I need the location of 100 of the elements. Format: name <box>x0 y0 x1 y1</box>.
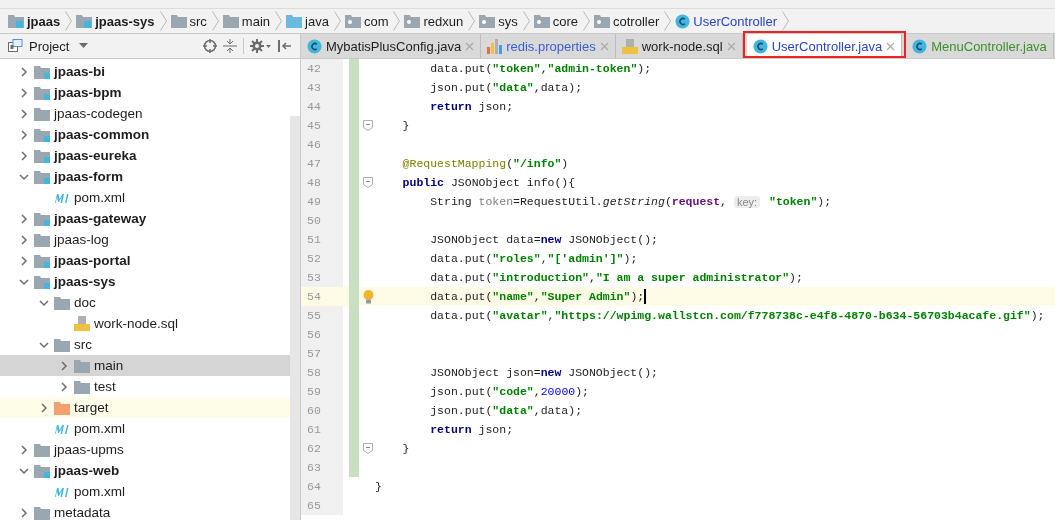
breadcrumb-item[interactable]: java <box>305 13 329 29</box>
folder-icon <box>54 295 70 310</box>
line-number: 42 <box>301 59 343 78</box>
editor-tab[interactable]: redis.properties <box>481 34 616 58</box>
editor-tab[interactable]: MybatisPlusConfig.java <box>301 34 482 58</box>
class-icon <box>752 38 768 54</box>
tree-item[interactable]: metadata <box>0 502 290 520</box>
code-text: =RequestUtil. <box>513 195 603 208</box>
folder-icon <box>170 14 187 28</box>
breadcrumb-item[interactable]: jpaas-sys <box>95 13 155 29</box>
code-text: ) <box>561 157 569 170</box>
tree-item[interactable]: src <box>0 334 290 355</box>
maven-file-icon <box>54 485 70 498</box>
breadcrumb-item[interactable]: cotroller <box>613 13 660 29</box>
properties-file-icon <box>487 38 503 54</box>
line-number: 50 <box>301 211 343 230</box>
keyword: return <box>430 423 472 436</box>
breadcrumb-item[interactable]: sys <box>498 13 518 29</box>
line-number: 43 <box>301 78 343 97</box>
scrollbar[interactable] <box>290 116 300 520</box>
fold-marker-icon[interactable] <box>363 120 373 131</box>
locate-icon[interactable] <box>203 39 217 53</box>
chevron-separator-icon <box>333 11 341 31</box>
tree-item[interactable]: jpaas-web <box>0 460 290 481</box>
tree-item-label: jpaas-bi <box>54 64 105 79</box>
breadcrumb-item[interactable]: main <box>241 13 271 29</box>
breadcrumb-item[interactable]: UserController <box>693 13 778 29</box>
line-number: 58 <box>301 363 343 382</box>
lightbulb-icon[interactable] <box>362 289 374 304</box>
code-text: , <box>533 385 541 398</box>
keyword: public <box>402 176 445 189</box>
tree-item-label: jpaas-sys <box>54 274 116 289</box>
tree-item[interactable]: jpaas-portal <box>0 250 290 271</box>
breadcrumb-item[interactable]: src <box>189 13 207 29</box>
line-number: 62 <box>301 439 343 458</box>
string-literal: "name" <box>492 290 534 303</box>
tree-item[interactable]: jpaas-gateway <box>0 208 290 229</box>
tree-item-label: work-node.sql <box>94 316 179 331</box>
breadcrumb-item[interactable]: redxun <box>423 13 464 29</box>
tree-item[interactable]: jpaas-bpm <box>0 82 290 103</box>
tree-item[interactable]: jpaas-upms <box>0 439 290 460</box>
line-number: 65 <box>301 496 343 515</box>
panel-title[interactable]: Project <box>29 38 70 54</box>
tree-item[interactable]: pom.xml <box>0 187 290 208</box>
code-text: , <box>720 195 728 208</box>
string-literal: "data" <box>492 404 534 417</box>
parameter-hint: key: <box>733 195 761 208</box>
tree-item[interactable]: main <box>0 355 290 376</box>
tree-item-label: jpaas-gateway <box>54 211 147 226</box>
code-text: JSONObject json= <box>430 366 541 379</box>
line-number: 53 <box>301 268 343 287</box>
breadcrumb-item[interactable]: core <box>552 13 578 29</box>
folder-icon <box>34 106 50 121</box>
tree-item[interactable]: pom.xml <box>0 481 290 502</box>
editor-tab[interactable]: UserController.java <box>746 34 903 58</box>
hide-panel-icon[interactable] <box>278 39 292 53</box>
dropdown-caret-icon[interactable] <box>79 43 89 49</box>
tree-item[interactable]: doc <box>0 292 290 313</box>
tree-item[interactable]: jpaas-form <box>0 166 290 187</box>
tree-item[interactable]: work-node.sql <box>0 313 290 334</box>
code-text: , <box>540 252 548 265</box>
string-literal: "Super Admin" <box>540 290 631 303</box>
tree-item[interactable]: jpaas-eureka <box>0 145 290 166</box>
tree-item[interactable]: pom.xml <box>0 418 290 439</box>
code-text: ,data); <box>533 404 583 417</box>
fold-marker-icon[interactable] <box>363 177 373 188</box>
collapse-all-icon[interactable] <box>223 39 237 53</box>
tree-item-label: src <box>74 337 92 352</box>
code-text: , <box>533 290 541 303</box>
code-text: json.put( <box>430 385 493 398</box>
string-literal: "introduction" <box>492 271 589 284</box>
number-literal: 20000 <box>540 385 576 398</box>
tree-item[interactable]: jpaas-codegen <box>0 103 290 124</box>
tree-item-label: doc <box>74 295 96 310</box>
tree-item[interactable]: target <box>0 397 290 418</box>
chevron-separator-icon <box>159 11 167 31</box>
editor-tab[interactable]: work-node.sql <box>615 34 743 58</box>
code-text: ); <box>789 271 803 284</box>
tree-item-label: jpaas-web <box>54 463 120 478</box>
tree-item[interactable]: jpaas-common <box>0 124 290 145</box>
code-text: , <box>547 309 555 322</box>
settings-icon[interactable] <box>250 39 272 53</box>
line-number: 56 <box>301 325 343 344</box>
tree-item[interactable]: test <box>0 376 290 397</box>
package-icon <box>533 14 550 28</box>
module-folder-icon <box>76 14 93 28</box>
module-folder-icon <box>34 253 50 268</box>
tree-item-label: jpaas-eureka <box>54 148 137 163</box>
chevron-separator-icon <box>583 11 590 31</box>
module-folder-icon <box>34 211 50 226</box>
code-text: JSONObject(); <box>567 233 658 246</box>
code-text: data.put( <box>430 290 493 303</box>
fold-marker-icon[interactable] <box>363 443 373 454</box>
string-literal: "token" <box>492 62 541 75</box>
tree-item[interactable]: jpaas-sys <box>0 271 290 292</box>
tree-item[interactable]: jpaas-log <box>0 229 290 250</box>
tree-item[interactable]: jpaas-bi <box>0 61 290 82</box>
field-name: request <box>671 195 721 208</box>
breadcrumb-item[interactable]: com <box>363 13 389 29</box>
breadcrumb-item[interactable]: jpaas <box>27 13 61 29</box>
